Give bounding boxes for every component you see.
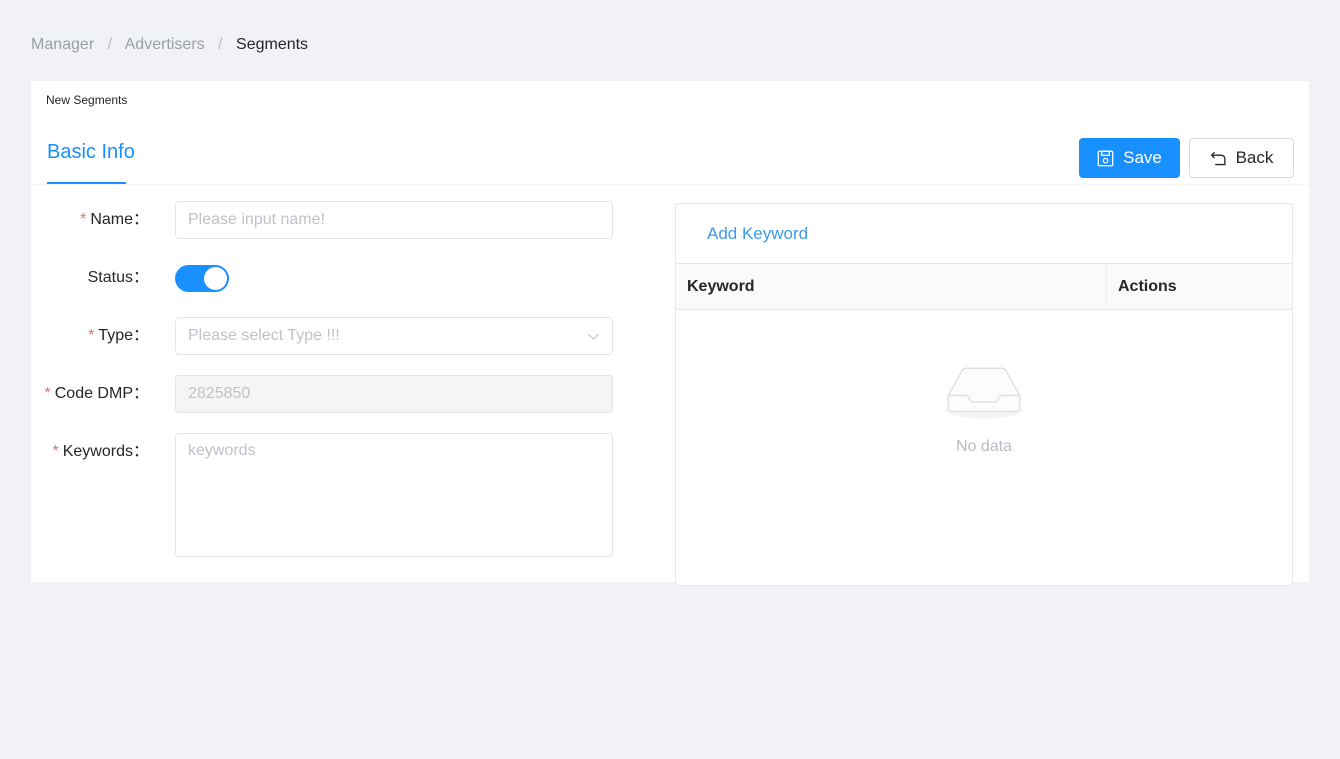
back-button-label: Back [1235,148,1274,167]
save-icon [1097,150,1114,167]
chevron-down-icon [586,329,601,349]
type-label: * Type： [88,327,149,344]
name-field-wrap [175,201,613,239]
breadcrumb-separator: / [107,36,113,53]
status-toggle[interactable] [175,265,229,292]
back-button[interactable]: Back [1189,138,1294,178]
status-field-wrap [175,259,229,292]
breadcrumb-item-manager[interactable]: Manager [31,36,94,53]
column-header-actions: Actions [1106,264,1292,309]
code-dmp-input [175,375,613,413]
form-row-keywords: * Keywords： [31,433,651,573]
empty-inbox-icon [940,361,1028,428]
keywords-textarea[interactable] [175,433,613,557]
breadcrumb-separator: / [218,36,223,53]
add-keyword-link[interactable]: Add Keyword [707,222,808,246]
code-dmp-field-wrap [175,375,613,413]
keyword-panel: Add Keyword Keyword Actions No data [675,203,1293,586]
name-input[interactable] [175,201,613,239]
column-header-keyword: Keyword [687,278,755,295]
empty-state: No data [676,361,1292,456]
breadcrumb-item-segments: Segments [236,36,309,53]
form-row-type: * Type： Please select Type !!! [31,317,651,375]
form-row-name: * Name： [31,201,651,259]
save-button-label: Save [1123,148,1162,167]
name-label: * Name： [80,211,149,228]
status-toggle-knob [204,267,227,290]
empty-state-text: No data [955,438,1013,455]
keywords-label: * Keywords： [52,443,150,460]
type-select[interactable]: Please select Type !!! [175,317,613,355]
keyword-table-body: No data [676,310,1292,584]
page-title: New Segments [46,93,128,107]
keywords-field-wrap [175,433,613,562]
form-row-status: Status： [31,259,651,317]
keyword-panel-header: Add Keyword [676,204,1292,263]
keyword-table-header: Keyword Actions [676,263,1292,310]
tab-basic-info[interactable]: Basic Info [47,138,135,180]
form-row-code-dmp: * Code DMP： [31,375,651,433]
code-dmp-label: * Code DMP： [44,385,150,402]
type-field-wrap: Please select Type !!! [175,317,613,355]
required-mark: * [44,385,51,402]
segment-form-card: New Segments Basic Info Save Back * Name… [31,81,1309,586]
basic-info-form: *Name： Status： *Type： Please select Type [31,201,651,573]
required-mark: * [52,443,59,460]
breadcrumb-item-advertisers[interactable]: Advertisers [125,36,205,53]
required-mark: * [80,211,87,228]
save-button[interactable]: Save [1079,138,1180,178]
status-label: Status： [87,269,149,286]
tab-bar-divider [31,184,1309,185]
required-mark: * [88,327,95,344]
rollback-icon [1210,150,1227,167]
type-select-placeholder: Please select Type !!! [188,327,340,344]
breadcrumb: Manager / Advertisers / Segments [31,33,308,57]
